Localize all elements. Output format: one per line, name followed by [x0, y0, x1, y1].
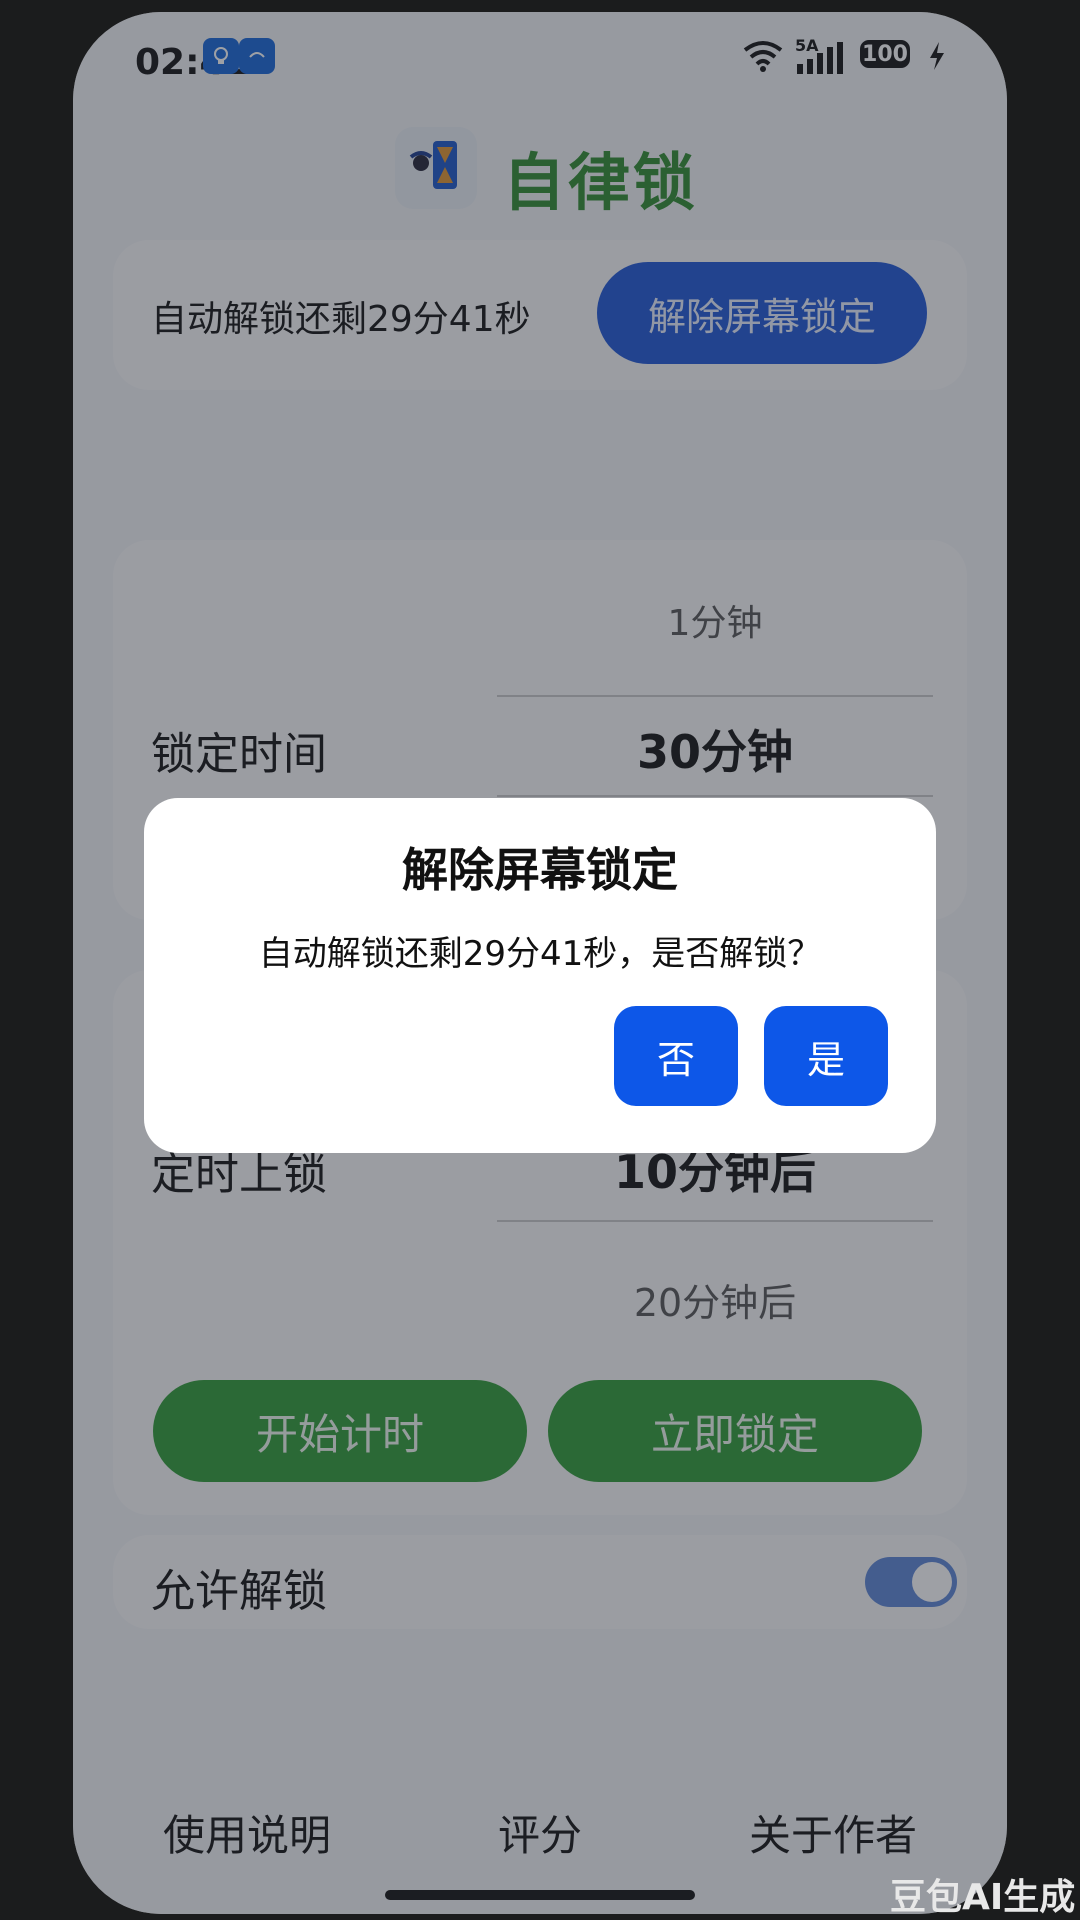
ai-watermark: 豆包AI生成 — [890, 1877, 1076, 1918]
yes-button[interactable]: 是 — [764, 1006, 888, 1106]
dialog-message: 自动解锁还剩29分41秒，是否解锁？ — [258, 934, 822, 974]
dialog-title: 解除屏幕锁定 — [402, 843, 678, 897]
unlock-confirm-dialog: 解除屏幕锁定 自动解锁还剩29分41秒，是否解锁？ 否 是 — [144, 798, 936, 1153]
no-button[interactable]: 否 — [614, 1006, 738, 1106]
